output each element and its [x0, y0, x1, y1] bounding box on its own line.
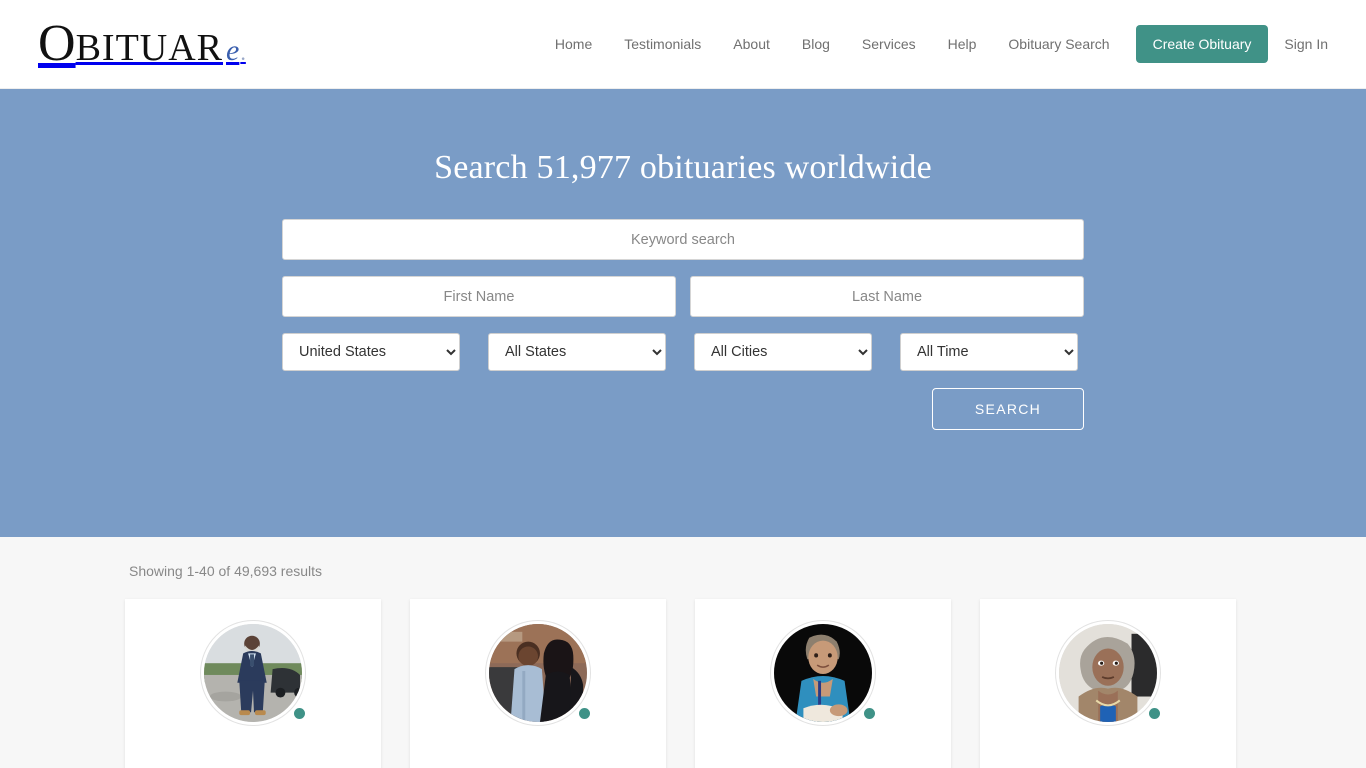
time-select[interactable]: All Time: [900, 333, 1078, 371]
nav-item-testimonials[interactable]: Testimonials: [608, 28, 717, 60]
site-logo[interactable]: O BITUAR e.: [38, 18, 246, 70]
hero-search-section: Search 51,977 obituaries worldwide Unite…: [0, 89, 1366, 537]
obituary-result-card[interactable]: [410, 599, 666, 768]
status-badge-icon: [292, 706, 307, 721]
avatar-wrap: [486, 621, 592, 725]
avatar: [486, 621, 590, 725]
person-photo-woman-grey-hair: [1059, 624, 1157, 722]
last-name-wrap: [690, 276, 1084, 317]
results-count-text: Showing 1-40 of 49,693 results: [129, 563, 323, 579]
state-select[interactable]: All States: [488, 333, 666, 371]
create-obituary-button[interactable]: Create Obituary: [1135, 25, 1269, 63]
site-header: O BITUAR e. Home Testimonials About Blog S…: [0, 0, 1366, 89]
nav-item-obituary-search[interactable]: Obituary Search: [992, 28, 1125, 60]
nav-item-blog[interactable]: Blog: [786, 28, 846, 60]
filters-row: United States All States All Cities All …: [282, 333, 1084, 371]
logo-dot: .: [240, 40, 246, 65]
country-select[interactable]: United States: [282, 333, 460, 371]
nav-item-help[interactable]: Help: [932, 28, 993, 60]
obituary-result-card[interactable]: [695, 599, 951, 768]
person-photo-couple: [489, 624, 587, 722]
status-badge-icon: [1147, 706, 1162, 721]
avatar: [201, 621, 305, 725]
person-photo-man-in-suit: [204, 624, 302, 722]
hero-title: Search 51,977 obituaries worldwide: [434, 149, 932, 186]
avatar-wrap: [771, 621, 877, 725]
status-badge-icon: [577, 706, 592, 721]
logo-wordmark: BITUAR: [75, 27, 224, 69]
nav-item-home[interactable]: Home: [539, 28, 608, 60]
person-photo-older-woman-blue: [774, 624, 872, 722]
results-section: Showing 1-40 of 49,693 results: [0, 537, 1366, 768]
obituary-result-card[interactable]: [980, 599, 1236, 768]
avatar: [1056, 621, 1160, 725]
city-select[interactable]: All Cities: [694, 333, 872, 371]
obituary-result-card[interactable]: [125, 599, 381, 768]
search-submit-button[interactable]: SEARCH: [932, 388, 1084, 430]
keyword-search-input[interactable]: [282, 219, 1084, 260]
avatar-wrap: [1056, 621, 1162, 725]
keyword-row: [282, 219, 1084, 260]
first-name-wrap: [282, 276, 676, 317]
logo-accent-letter: e: [226, 34, 240, 67]
name-row: [282, 276, 1084, 317]
logo-first-letter: O: [38, 15, 76, 72]
search-submit-row: SEARCH: [282, 388, 1084, 430]
first-name-input[interactable]: [282, 276, 676, 317]
sign-in-link[interactable]: Sign In: [1274, 28, 1332, 60]
last-name-input[interactable]: [690, 276, 1084, 317]
main-navigation: Home Testimonials About Blog Services He…: [539, 25, 1332, 63]
status-badge-icon: [862, 706, 877, 721]
nav-item-about[interactable]: About: [717, 28, 786, 60]
avatar: [771, 621, 875, 725]
results-container: Showing 1-40 of 49,693 results: [125, 563, 1241, 768]
avatar-wrap: [201, 621, 307, 725]
nav-item-services[interactable]: Services: [846, 28, 932, 60]
obituary-search-form: United States All States All Cities All …: [282, 219, 1084, 430]
results-grid: [125, 599, 1241, 768]
